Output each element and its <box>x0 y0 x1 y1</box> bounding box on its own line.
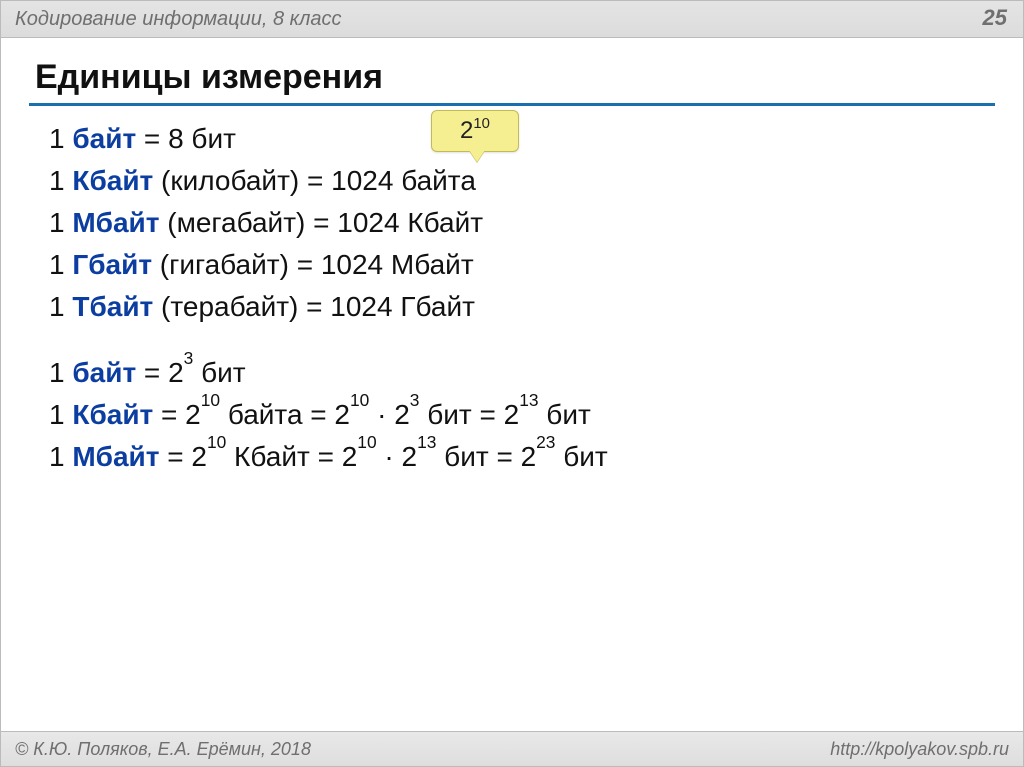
callout-exp: 10 <box>473 116 490 132</box>
callout-base: 2 <box>460 117 473 145</box>
rest: = 8 бит <box>136 123 236 154</box>
unit-line: 1 Гбайт (гигабайт) = 1024 Мбайт <box>49 244 1023 286</box>
exp: 13 <box>519 390 538 410</box>
unit-name: Кбайт <box>72 399 153 430</box>
seg: байта = 2 <box>220 399 350 430</box>
footer-copyright: © К.Ю. Поляков, Е.А. Ерёмин, 2018 <box>15 739 311 760</box>
seg: = 2 <box>136 357 183 388</box>
exp: 3 <box>410 390 420 410</box>
slide: Кодирование информации, 8 класс 25 Едини… <box>0 0 1024 767</box>
callout-badge: 210 <box>431 110 519 152</box>
exp: 10 <box>201 390 220 410</box>
footer-url: http://kpolyakov.spb.ru <box>830 739 1009 760</box>
exp: 13 <box>417 432 436 452</box>
rest: (мегабайт) = 1024 Кбайт <box>159 207 483 238</box>
callout-tail-icon <box>469 150 485 162</box>
slide-header: Кодирование информации, 8 класс 25 <box>1 1 1023 38</box>
lead: 1 <box>49 207 72 238</box>
unit-name: Тбайт <box>72 291 153 322</box>
content: 210 1 байт = 8 бит 1 Кбайт (килобайт) = … <box>1 112 1023 478</box>
exp: 10 <box>350 390 369 410</box>
unit-line: 1 Кбайт (килобайт) = 1024 байта <box>49 160 1023 202</box>
lead: 1 <box>49 399 72 430</box>
seg: бит <box>539 399 591 430</box>
lead: 1 <box>49 249 72 280</box>
rest: (терабайт) = 1024 Гбайт <box>153 291 475 322</box>
exp: 3 <box>184 348 194 368</box>
unit-line: 1 байт = 8 бит <box>49 118 1023 160</box>
unit-line: 1 Тбайт (терабайт) = 1024 Гбайт <box>49 286 1023 328</box>
unit-name: Кбайт <box>72 165 153 196</box>
page-number: 25 <box>983 5 1007 31</box>
lead: 1 <box>49 441 72 472</box>
slide-title: Единицы измерения <box>1 38 1023 103</box>
unit-name: Мбайт <box>72 441 159 472</box>
power-line: 1 Мбайт = 210 Кбайт = 210 · 213 бит = 22… <box>49 436 1023 478</box>
rest: (гигабайт) = 1024 Мбайт <box>152 249 474 280</box>
lead: 1 <box>49 291 72 322</box>
seg: · 2 <box>369 399 409 430</box>
lead: 1 <box>49 357 72 388</box>
title-underline <box>29 103 995 106</box>
exp: 10 <box>357 432 376 452</box>
seg: · 2 <box>377 441 417 472</box>
seg: бит = 2 <box>436 441 536 472</box>
unit-name: Мбайт <box>72 207 159 238</box>
slide-footer: © К.Ю. Поляков, Е.А. Ерёмин, 2018 http:/… <box>1 731 1023 766</box>
lead: 1 <box>49 123 72 154</box>
unit-name: байт <box>72 357 136 388</box>
seg: бит <box>193 357 245 388</box>
exp: 10 <box>207 432 226 452</box>
unit-line: 1 Мбайт (мегабайт) = 1024 Кбайт <box>49 202 1023 244</box>
section-gap <box>49 328 1023 352</box>
rest: (килобайт) = 1024 байта <box>153 165 476 196</box>
seg: бит <box>555 441 607 472</box>
power-line: 1 байт = 23 бит <box>49 352 1023 394</box>
seg: бит = 2 <box>419 399 519 430</box>
lead: 1 <box>49 165 72 196</box>
unit-name: Гбайт <box>72 249 152 280</box>
header-subject: Кодирование информации, 8 класс <box>15 8 342 31</box>
unit-name: байт <box>72 123 136 154</box>
seg: = 2 <box>153 399 200 430</box>
exp: 23 <box>536 432 555 452</box>
seg: Кбайт = 2 <box>226 441 357 472</box>
power-line: 1 Кбайт = 210 байта = 210 · 23 бит = 213… <box>49 394 1023 436</box>
seg: = 2 <box>159 441 206 472</box>
